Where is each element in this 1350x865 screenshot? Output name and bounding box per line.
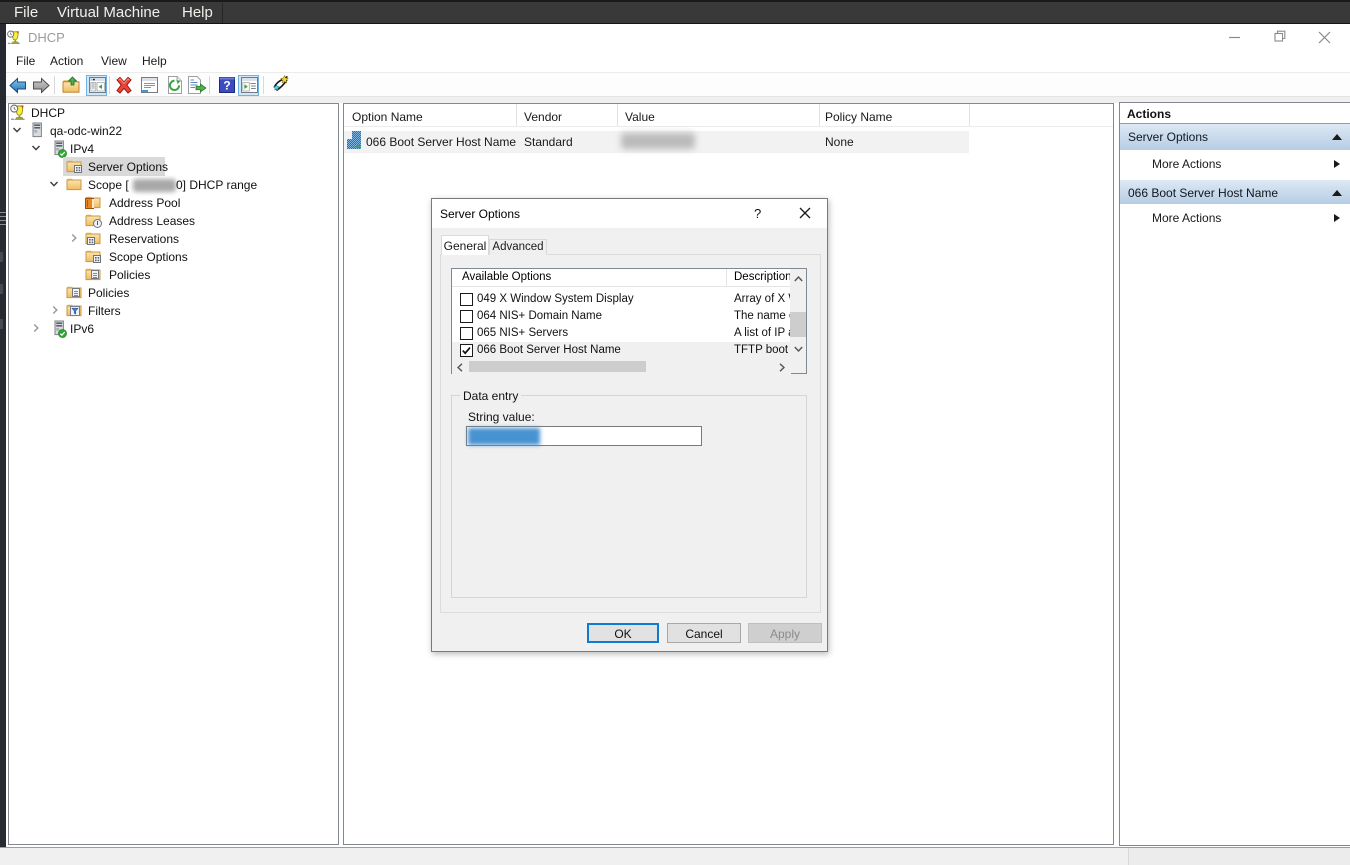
svg-text:?: ? [223, 79, 230, 93]
